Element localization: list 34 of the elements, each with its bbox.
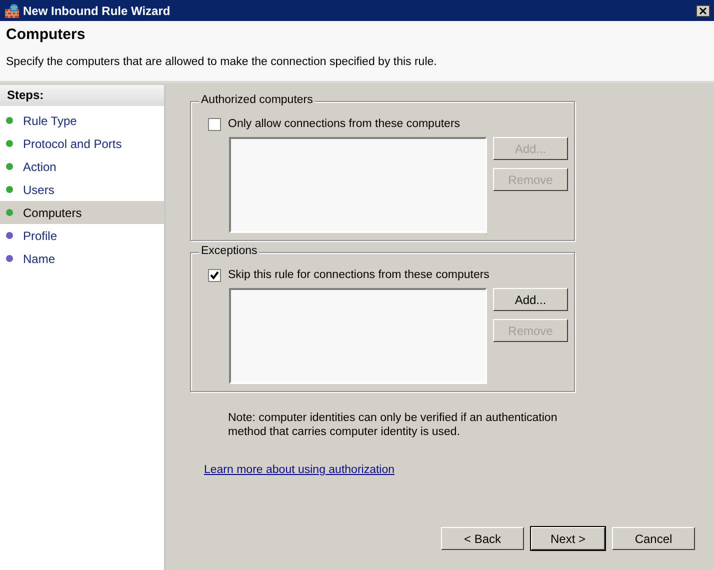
computer-list[interactable] (229, 288, 487, 384)
step-label: Name (23, 252, 56, 266)
note-text: Note: computer identities can only be verified if an authentication method that carries computer identity is used. (228, 411, 558, 439)
group-button[interactable]: Add... (493, 288, 568, 311)
wizard-button[interactable]: Next > (531, 527, 605, 550)
wizard-button[interactable]: Cancel (612, 527, 695, 550)
close-icon[interactable] (696, 4, 710, 16)
step-item[interactable]: Action (0, 155, 164, 178)
page-description: Specify the computers that are allowed to make the connection specified by this rule. (6, 56, 438, 68)
firewall-icon (4, 2, 20, 18)
step-item[interactable]: Computers (0, 201, 164, 224)
steps-heading: Steps: (0, 85, 164, 106)
step-label: Profile (23, 228, 58, 242)
checkbox[interactable] (208, 268, 221, 282)
step-item[interactable]: Name (0, 247, 164, 270)
checkbox[interactable] (208, 118, 221, 130)
step-label: Protocol and Ports (23, 136, 122, 150)
page-title: Computers (6, 26, 86, 43)
step-item[interactable]: Users (0, 178, 164, 201)
step-label: Computers (23, 206, 82, 220)
wizard-button[interactable]: < Back (441, 527, 524, 550)
window-title: New Inbound Rule Wizard (23, 4, 172, 18)
step-label: Users (23, 182, 54, 196)
step-item[interactable]: Rule Type (0, 109, 164, 132)
group-title: Authorized computers (199, 94, 315, 106)
checkbox-label: Only allow connections from these computers (228, 118, 460, 130)
checkbox-label: Skip this rule for connections from these computers (228, 269, 490, 281)
computer-list[interactable] (229, 137, 487, 233)
step-label: Rule Type (23, 114, 77, 128)
step-label: Action (23, 160, 56, 174)
step-item[interactable]: Protocol and Ports (0, 132, 164, 155)
group-title: Exceptions (199, 245, 260, 257)
step-item[interactable]: Profile (0, 224, 164, 247)
help-link[interactable]: Learn more about using authorization (204, 464, 395, 476)
